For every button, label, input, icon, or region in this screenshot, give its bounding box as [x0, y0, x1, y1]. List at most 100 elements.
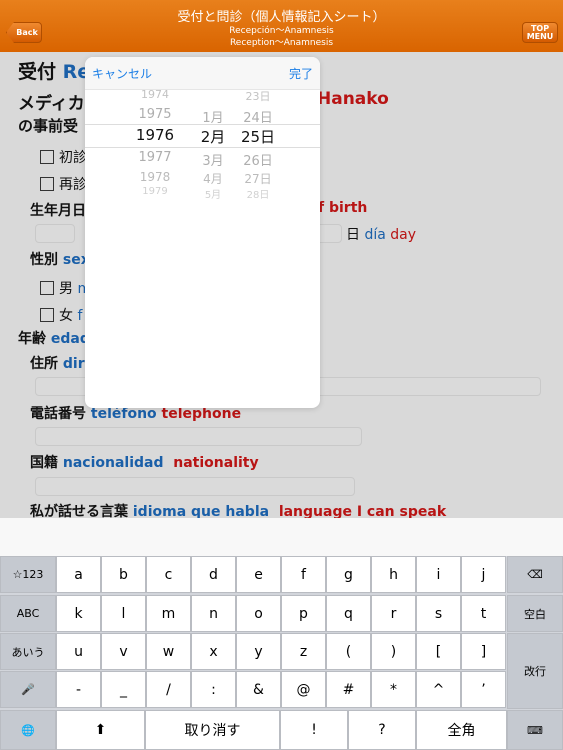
heading-jp: 受付 [18, 61, 57, 83]
picker-option[interactable]: 4月 [193, 170, 233, 187]
revisit-checkbox[interactable]: 再診 [40, 174, 87, 194]
key-31[interactable]: _ [101, 671, 146, 708]
key-35[interactable]: @ [281, 671, 326, 708]
key-3[interactable]: d [191, 556, 236, 593]
picker-option[interactable]: 25日 [233, 126, 283, 147]
key-30[interactable]: - [56, 671, 101, 708]
key-6[interactable]: g [326, 556, 371, 593]
picker-option[interactable]: 26日 [233, 150, 283, 169]
picker-option[interactable]: 23日 [233, 90, 283, 104]
enter-key[interactable]: 改行 [507, 633, 563, 709]
picker-column-days[interactable]: 23日 24日 25日 26日 27日 28日 [233, 90, 283, 199]
keyboard-hide-icon: ⌨ [527, 723, 543, 737]
day-es: día [364, 227, 386, 243]
key-2[interactable]: c [146, 556, 191, 593]
male-checkbox[interactable]: 男 m [40, 278, 91, 298]
picker-option[interactable]: 1月 [193, 107, 233, 126]
key-4[interactable]: e [236, 556, 281, 593]
hide-keyboard-key[interactable]: ⌨ [507, 710, 563, 750]
space-key[interactable]: 空白 [507, 595, 563, 632]
picker-option[interactable]: 3月 [193, 150, 233, 169]
dob-year-field[interactable] [35, 224, 75, 243]
key-1[interactable]: b [101, 556, 146, 593]
key-26[interactable]: ( [326, 633, 371, 670]
microphone-icon: 🎤 [21, 683, 35, 696]
key-0[interactable]: a [56, 556, 101, 593]
key-8[interactable]: i [416, 556, 461, 593]
dob-label-jp: 生年月日 [30, 203, 86, 219]
key-18[interactable]: s [416, 595, 461, 632]
kana-key[interactable]: あいう [0, 633, 56, 670]
nation-jp: 国籍 [30, 455, 58, 471]
female-checkbox[interactable]: 女 f [40, 305, 82, 325]
date-picker-wheel[interactable]: 1974 1975 1976 1977 1978 1979 1月 2月 3月 4月 5月 23日 24日… [85, 89, 320, 199]
zenkaku-key[interactable]: 全角 [416, 710, 507, 750]
key-9[interactable]: j [461, 556, 506, 593]
picker-option[interactable]: 1975 [125, 107, 185, 122]
key-16[interactable]: q [326, 595, 371, 632]
exclamation-key[interactable]: ! [280, 710, 348, 750]
key-7[interactable]: h [371, 556, 416, 593]
undo-key[interactable]: 取り消す [145, 710, 280, 750]
picker-option[interactable]: 1977 [125, 150, 185, 165]
key-20[interactable]: u [56, 633, 101, 670]
done-button[interactable]: 完了 [289, 65, 313, 82]
subtitle-en: Reception〜Anamnesis [229, 38, 334, 48]
key-25[interactable]: z [281, 633, 326, 670]
picker-option[interactable]: 1976 [125, 126, 185, 144]
key-23[interactable]: x [191, 633, 236, 670]
key-13[interactable]: n [191, 595, 236, 632]
key-39[interactable]: ’ [461, 671, 506, 708]
key-11[interactable]: l [101, 595, 146, 632]
picker-option[interactable]: 1978 [125, 170, 185, 184]
first-visit-checkbox[interactable]: 初診 [40, 147, 87, 167]
key-21[interactable]: v [101, 633, 146, 670]
key-34[interactable]: & [236, 671, 281, 708]
symbols-key[interactable]: ☆123 [0, 556, 56, 593]
shift-key[interactable]: ⬆ [56, 710, 145, 750]
key-14[interactable]: o [236, 595, 281, 632]
key-22[interactable]: w [146, 633, 191, 670]
key-19[interactable]: t [461, 595, 506, 632]
nation-es: nacionalidad [62, 455, 164, 471]
key-27[interactable]: ) [371, 633, 416, 670]
key-38[interactable]: ^ [416, 671, 461, 708]
dictation-key[interactable]: 🎤 [0, 671, 56, 708]
picker-column-years[interactable]: 1974 1975 1976 1977 1978 1979 [125, 90, 185, 199]
backspace-key[interactable]: ⌫ [507, 556, 563, 593]
key-12[interactable]: m [146, 595, 191, 632]
cancel-button[interactable]: キャンセル [92, 65, 152, 82]
picker-option[interactable]: 27日 [233, 170, 283, 187]
key-24[interactable]: y [236, 633, 281, 670]
key-28[interactable]: [ [416, 633, 461, 670]
phone-jp: 電話番号 [30, 406, 86, 422]
nationality-field[interactable] [35, 477, 355, 496]
phone-en: telephone [161, 406, 242, 422]
abc-key[interactable]: ABC [0, 595, 56, 632]
key-10[interactable]: k [56, 595, 101, 632]
picker-option[interactable]: 5月 [193, 186, 233, 199]
key-37[interactable]: * [371, 671, 416, 708]
key-17[interactable]: r [371, 595, 416, 632]
picker-option[interactable]: 28日 [233, 186, 283, 199]
globe-key[interactable]: 🌐 [0, 710, 56, 750]
key-5[interactable]: f [281, 556, 326, 593]
picker-option[interactable]: 2月 [193, 126, 233, 147]
key-33[interactable]: : [191, 671, 236, 708]
phone-field[interactable] [35, 427, 362, 446]
picker-option[interactable]: 24日 [233, 107, 283, 126]
subtitle-es: Recepción〜Anamnesis [229, 26, 334, 36]
key-36[interactable]: # [326, 671, 371, 708]
key-15[interactable]: p [281, 595, 326, 632]
picker-option[interactable]: 1974 [125, 90, 185, 101]
age-jp: 年齢 [18, 331, 46, 347]
key-32[interactable]: / [146, 671, 191, 708]
backspace-icon: ⌫ [527, 568, 543, 581]
picker-column-months[interactable]: 1月 2月 3月 4月 5月 [193, 90, 233, 199]
top-menu-button[interactable]: TOP MENU [522, 22, 558, 43]
day-en: day [390, 227, 417, 243]
keyboard-accessory-bar [0, 518, 563, 556]
key-29[interactable]: ] [461, 633, 506, 670]
question-key[interactable]: ? [348, 710, 416, 750]
picker-option[interactable]: 1979 [125, 186, 185, 197]
